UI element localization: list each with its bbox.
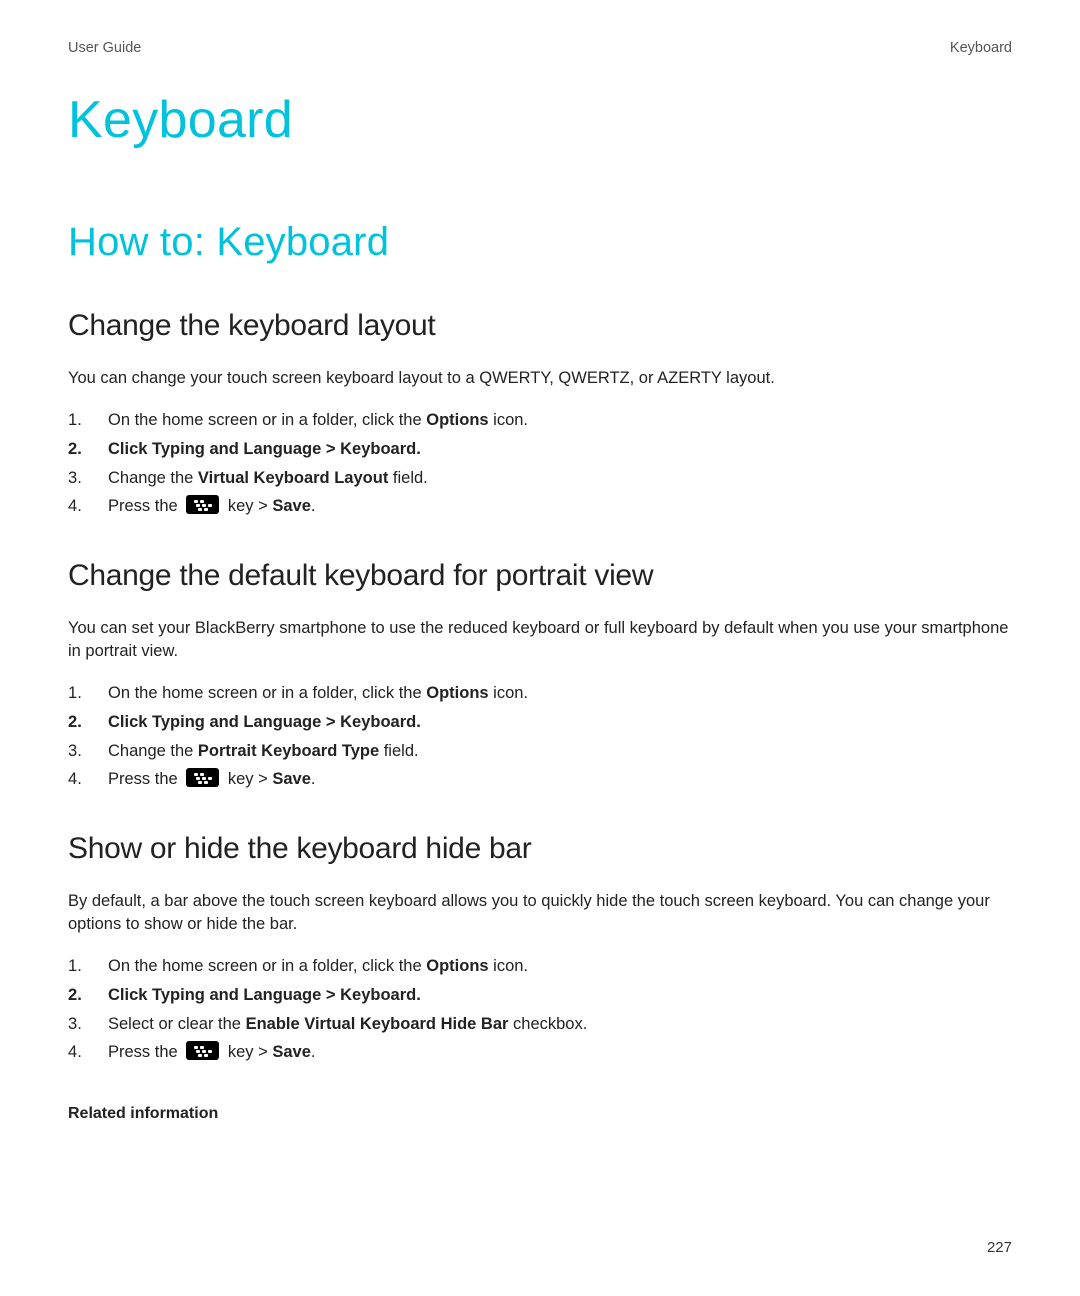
step-item: Change the Virtual Keyboard Layout field… bbox=[68, 464, 1012, 493]
step-text: . bbox=[416, 986, 421, 1004]
step-bold: Save bbox=[272, 497, 311, 515]
step-text: field. bbox=[388, 469, 427, 487]
step-text: > bbox=[321, 713, 340, 731]
step-text: Click bbox=[108, 713, 152, 731]
step-text: . bbox=[416, 440, 421, 458]
step-text: key > bbox=[223, 770, 272, 788]
step-bold: Save bbox=[272, 770, 311, 788]
step-text: . bbox=[311, 770, 316, 788]
step-text: On the home screen or in a folder, click… bbox=[108, 957, 426, 975]
step-text: On the home screen or in a folder, click… bbox=[108, 684, 426, 702]
step-text: icon. bbox=[489, 957, 528, 975]
step-text: checkbox. bbox=[508, 1015, 587, 1033]
step-text: icon. bbox=[489, 411, 528, 429]
intro-paragraph: You can change your touch screen keyboar… bbox=[68, 367, 1012, 390]
page-header: User Guide Keyboard bbox=[68, 40, 1012, 56]
step-bold: Typing and Language bbox=[152, 440, 321, 458]
subsection-heading: Show or hide the keyboard hide bar bbox=[68, 832, 1012, 866]
step-item: On the home screen or in a folder, click… bbox=[68, 679, 1012, 708]
steps-list: On the home screen or in a folder, click… bbox=[68, 679, 1012, 795]
subsection-heading: Change the default keyboard for portrait… bbox=[68, 559, 1012, 593]
menu-key-icon bbox=[186, 768, 219, 787]
menu-key-icon bbox=[186, 1041, 219, 1060]
step-bold: Enable Virtual Keyboard Hide Bar bbox=[246, 1015, 509, 1033]
step-text: Change the bbox=[108, 469, 198, 487]
step-text: Press the bbox=[108, 770, 182, 788]
intro-paragraph: By default, a bar above the touch screen… bbox=[68, 890, 1012, 936]
step-bold: Options bbox=[426, 684, 488, 702]
step-bold: Keyboard bbox=[340, 713, 416, 731]
content-groups: Change the keyboard layout You can change… bbox=[68, 309, 1012, 1067]
step-item: Press the key > Save. bbox=[68, 492, 1012, 521]
step-text: . bbox=[416, 713, 421, 731]
step-bold: Save bbox=[272, 1043, 311, 1061]
step-text: Click bbox=[108, 986, 152, 1004]
step-item: Select or clear the Enable Virtual Keybo… bbox=[68, 1010, 1012, 1039]
step-bold: Virtual Keyboard Layout bbox=[198, 469, 388, 487]
header-left: User Guide bbox=[68, 40, 141, 56]
step-text: Press the bbox=[108, 1043, 182, 1061]
step-text: . bbox=[311, 497, 316, 515]
step-text: key > bbox=[223, 497, 272, 515]
header-right: Keyboard bbox=[950, 40, 1012, 56]
step-item: On the home screen or in a folder, click… bbox=[68, 406, 1012, 435]
step-text: field. bbox=[379, 742, 418, 760]
step-text: On the home screen or in a folder, click… bbox=[108, 411, 426, 429]
step-text: Select or clear the bbox=[108, 1015, 246, 1033]
step-item: Click Typing and Language > Keyboard. bbox=[68, 435, 1012, 464]
step-item: Click Typing and Language > Keyboard. bbox=[68, 981, 1012, 1010]
intro-paragraph: You can set your BlackBerry smartphone t… bbox=[68, 617, 1012, 663]
steps-list: On the home screen or in a folder, click… bbox=[68, 952, 1012, 1068]
step-item: On the home screen or in a folder, click… bbox=[68, 952, 1012, 981]
steps-list: On the home screen or in a folder, click… bbox=[68, 406, 1012, 522]
step-text: key > bbox=[223, 1043, 272, 1061]
step-text: Press the bbox=[108, 497, 182, 515]
page-number: 227 bbox=[987, 1239, 1012, 1256]
step-bold: Typing and Language bbox=[152, 986, 321, 1004]
section-heading: How to: Keyboard bbox=[68, 220, 1012, 265]
subsection-heading: Change the keyboard layout bbox=[68, 309, 1012, 343]
step-item: Click Typing and Language > Keyboard. bbox=[68, 708, 1012, 737]
step-bold: Options bbox=[426, 957, 488, 975]
step-text: icon. bbox=[489, 684, 528, 702]
step-bold: Keyboard bbox=[340, 986, 416, 1004]
step-bold: Keyboard bbox=[340, 440, 416, 458]
step-text: . bbox=[311, 1043, 316, 1061]
step-item: Change the Portrait Keyboard Type field. bbox=[68, 737, 1012, 766]
related-information-heading: Related information bbox=[68, 1105, 1012, 1123]
step-bold: Portrait Keyboard Type bbox=[198, 742, 379, 760]
page-title: Keyboard bbox=[68, 90, 1012, 150]
step-item: Press the key > Save. bbox=[68, 1038, 1012, 1067]
step-text: Change the bbox=[108, 742, 198, 760]
menu-key-icon bbox=[186, 495, 219, 514]
step-item: Press the key > Save. bbox=[68, 765, 1012, 794]
document-page: User Guide Keyboard Keyboard How to: Key… bbox=[0, 0, 1080, 1296]
step-text: Click bbox=[108, 440, 152, 458]
step-bold: Options bbox=[426, 411, 488, 429]
step-bold: Typing and Language bbox=[152, 713, 321, 731]
step-text: > bbox=[321, 440, 340, 458]
step-text: > bbox=[321, 986, 340, 1004]
